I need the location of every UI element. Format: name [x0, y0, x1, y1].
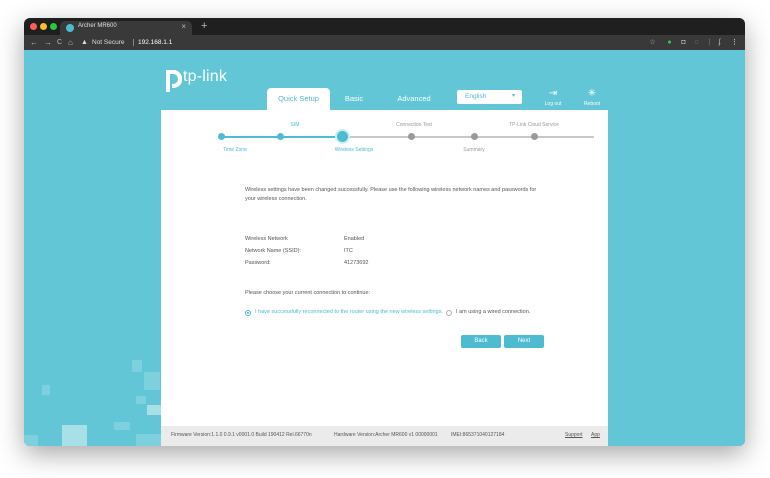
- step-label-sim: SIM: [290, 122, 300, 128]
- tab-title: Archer MR600: [78, 23, 117, 29]
- chevron-down-icon: ▾: [511, 93, 515, 99]
- url-separator: [133, 39, 134, 46]
- browser-toolbar: ← → C ⌂ ▲ Not Secure 192.168.1.1 ☆ ● ◘ ◌…: [24, 35, 745, 50]
- reload-icon[interactable]: C: [57, 35, 62, 50]
- step-time-zone: [218, 133, 225, 140]
- decorative-square: [42, 385, 50, 395]
- radio-reconnected-label[interactable]: I have successfully reconnected to the r…: [255, 309, 443, 315]
- reboot-label: Reboot: [583, 101, 601, 107]
- radio-wired[interactable]: [446, 310, 452, 316]
- step-label-cloud-service: TP-Link Cloud Service: [509, 122, 559, 128]
- step-wireless-settings: [337, 131, 348, 142]
- success-message: Wireless settings have been changed succ…: [245, 187, 537, 202]
- ssid-value: ITC: [344, 248, 353, 254]
- back-button[interactable]: Back: [461, 335, 501, 348]
- wireless-network-label: Wireless Network: [245, 236, 288, 242]
- decorative-square: [132, 360, 142, 372]
- tab-quick-setup[interactable]: Quick Setup: [267, 88, 330, 110]
- bookmark-star-icon[interactable]: ☆: [648, 37, 657, 48]
- warning-icon: ▲: [81, 39, 88, 46]
- support-link[interactable]: Support: [565, 432, 583, 438]
- new-tab-button[interactable]: +: [201, 20, 207, 32]
- step-label-summary: Summary: [463, 147, 485, 153]
- tp-link-favicon-icon: [66, 24, 74, 32]
- step-cloud-service: [531, 133, 538, 140]
- reboot-icon: ✳: [587, 88, 597, 99]
- browser-window: Archer MR600 × + ← → C ⌂ ▲ Not Secure 19…: [24, 18, 745, 446]
- password-label: Password:: [245, 260, 271, 266]
- step-label-time-zone: Time Zone: [223, 147, 247, 153]
- radio-wired-label[interactable]: I am using a wired connection.: [456, 309, 530, 315]
- radio-reconnected[interactable]: [245, 310, 251, 316]
- step-label-connection-test: Connection Test: [396, 122, 432, 128]
- decorative-square: [136, 434, 161, 446]
- language-select[interactable]: English ▾: [457, 90, 522, 104]
- extension-puzzle-icon[interactable]: ʄ: [715, 37, 724, 48]
- password-value: 41273692: [344, 260, 369, 266]
- app-link[interactable]: App: [591, 432, 600, 438]
- maximize-window-button[interactable]: [50, 23, 57, 30]
- decorative-square: [114, 422, 130, 430]
- decorative-square: [147, 405, 161, 415]
- tab-basic[interactable]: Basic: [333, 88, 375, 110]
- browser-tab[interactable]: Archer MR600 ×: [60, 21, 192, 35]
- toolbar-divider: |: [708, 39, 711, 46]
- decorative-square: [62, 425, 87, 446]
- security-status[interactable]: Not Secure: [92, 38, 125, 47]
- logout-icon: ⇥: [548, 88, 558, 99]
- tp-link-logo-text: tp-link: [183, 68, 228, 85]
- extension-green-icon[interactable]: ●: [665, 37, 674, 48]
- url-text[interactable]: 192.168.1.1: [138, 38, 172, 47]
- step-summary: [471, 133, 478, 140]
- imei-number: IMEI:865371040127184: [451, 432, 505, 438]
- wireless-network-value: Enabled: [344, 236, 365, 242]
- decorative-square: [24, 435, 38, 446]
- tab-close-icon[interactable]: ×: [181, 22, 186, 32]
- close-window-button[interactable]: [30, 23, 37, 30]
- minimize-window-button[interactable]: [40, 23, 47, 30]
- hardware-version: Hardware Version:Archer MR600 v1 0000000…: [334, 432, 438, 438]
- title-bar: Archer MR600 × +: [24, 18, 745, 35]
- quick-setup-panel: SIM Connection Test TP-Link Cloud Servic…: [161, 110, 608, 446]
- tab-advanced[interactable]: Advanced: [389, 88, 439, 110]
- tp-link-logo-icon: [166, 70, 182, 92]
- step-connector-pending: [346, 136, 594, 138]
- address-bar[interactable]: ▲ Not Secure 192.168.1.1: [81, 37, 681, 48]
- language-value: English: [465, 93, 487, 100]
- decorative-square: [144, 372, 160, 390]
- pocket-icon[interactable]: ◘: [679, 37, 688, 48]
- page-footer: Firmware Version:1.1.0 0.9.1 v0001.0 Bui…: [161, 426, 608, 446]
- forward-icon[interactable]: →: [44, 35, 52, 50]
- decorative-square: [136, 396, 146, 404]
- router-admin-page: tp-link Quick Setup Basic Advanced Engli…: [24, 50, 745, 446]
- connection-prompt: Please choose your current connection to…: [245, 290, 371, 296]
- step-sim: [277, 133, 284, 140]
- home-icon[interactable]: ⌂: [68, 35, 73, 50]
- logout-label: Log out: [544, 101, 562, 107]
- setup-stepper: SIM Connection Test TP-Link Cloud Servic…: [161, 110, 608, 160]
- extension-icon[interactable]: ◌: [692, 37, 701, 48]
- step-connection-test: [408, 133, 415, 140]
- step-label-wireless-settings: Wireless Settings: [334, 147, 374, 153]
- firmware-version: Firmware Version:1.1.0 0.9.1 v0001.0 Bui…: [171, 432, 312, 438]
- next-button[interactable]: Next: [504, 335, 544, 348]
- back-icon[interactable]: ←: [30, 35, 38, 50]
- browser-menu-icon[interactable]: ⋮: [730, 37, 739, 48]
- ssid-label: Network Name (SSID):: [245, 248, 301, 254]
